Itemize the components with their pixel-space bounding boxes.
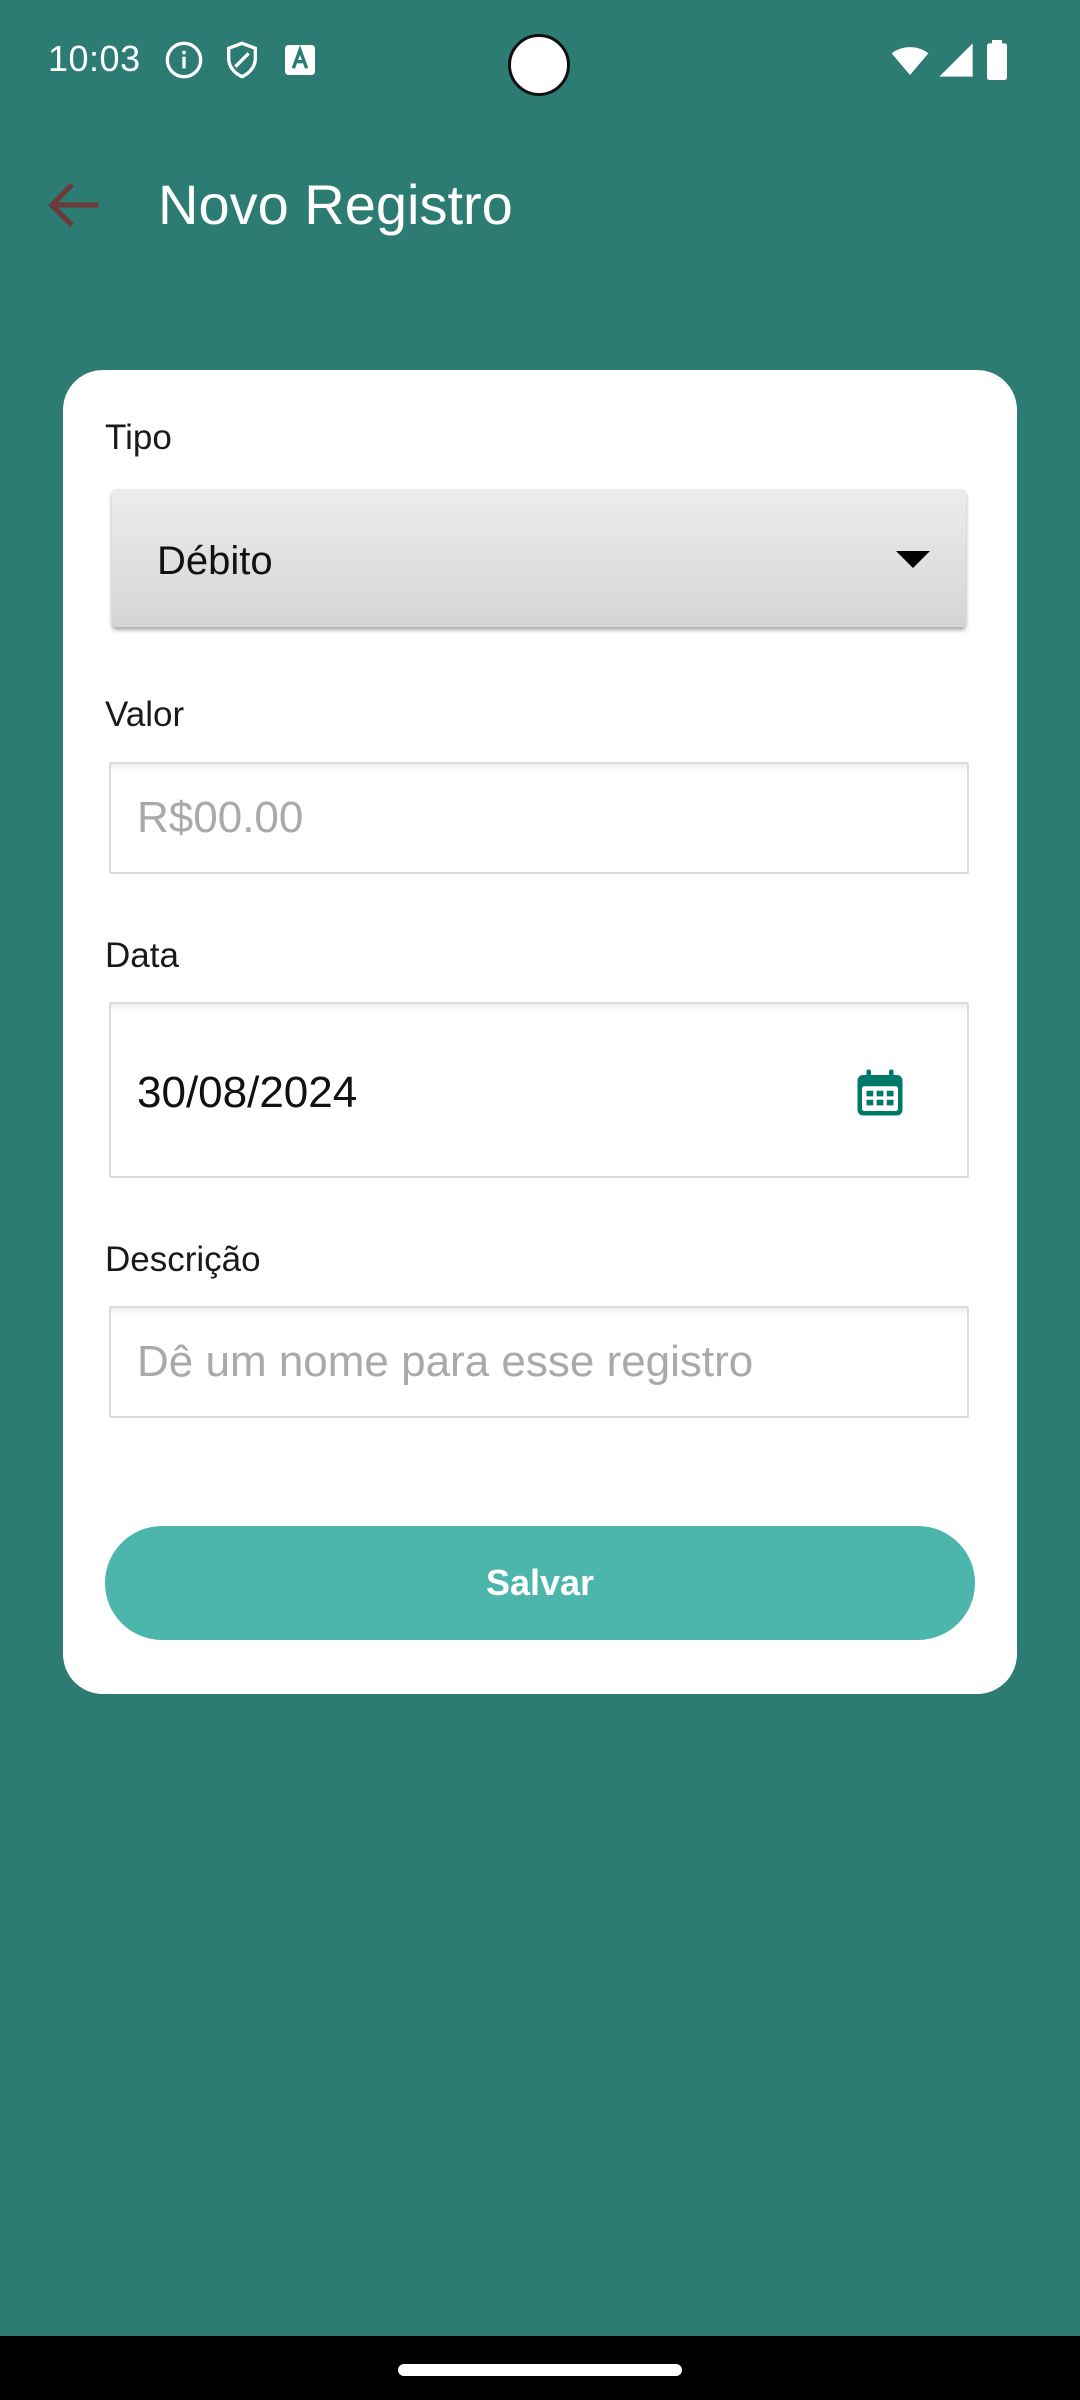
arrow-back-icon bbox=[47, 182, 99, 228]
amount-input[interactable] bbox=[111, 764, 967, 872]
shield-icon bbox=[222, 40, 262, 80]
date-field[interactable]: 30/08/2024 bbox=[109, 1002, 969, 1178]
type-selected-value: Débito bbox=[157, 539, 273, 583]
type-dropdown[interactable]: Débito bbox=[112, 489, 966, 627]
app-screen: 10:03 Novo Registro Tipo Débito Valor R$… bbox=[0, 0, 1080, 2400]
camera-cutout bbox=[508, 34, 570, 96]
description-field-container bbox=[109, 1306, 969, 1418]
status-time: 10:03 bbox=[48, 38, 141, 79]
battery-icon bbox=[982, 40, 1012, 80]
navigation-bar bbox=[0, 2336, 1080, 2400]
date-label: Data bbox=[105, 936, 179, 975]
amount-field-container bbox=[109, 762, 969, 874]
wifi-icon bbox=[888, 40, 932, 80]
back-button[interactable] bbox=[40, 170, 110, 240]
form-card: Tipo Débito Valor Data 30/08/2024 Descri… bbox=[63, 370, 1017, 1694]
dropdown-arrow-icon bbox=[896, 551, 930, 568]
description-input[interactable] bbox=[111, 1308, 967, 1416]
text-a-icon bbox=[280, 40, 320, 80]
type-label: Tipo bbox=[105, 418, 172, 457]
info-icon bbox=[164, 40, 204, 80]
home-gesture-handle[interactable] bbox=[398, 2364, 682, 2376]
status-bar: 10:03 bbox=[0, 0, 1080, 120]
calendar-icon[interactable] bbox=[853, 1066, 907, 1120]
save-button[interactable]: Salvar bbox=[105, 1526, 975, 1640]
description-label: Descrição bbox=[105, 1240, 261, 1279]
page-title: Novo Registro bbox=[158, 173, 513, 236]
app-bar: Novo Registro bbox=[0, 150, 1080, 260]
amount-label: Valor bbox=[105, 695, 185, 734]
signal-icon bbox=[936, 40, 976, 80]
date-value: 30/08/2024 bbox=[137, 1068, 358, 1117]
